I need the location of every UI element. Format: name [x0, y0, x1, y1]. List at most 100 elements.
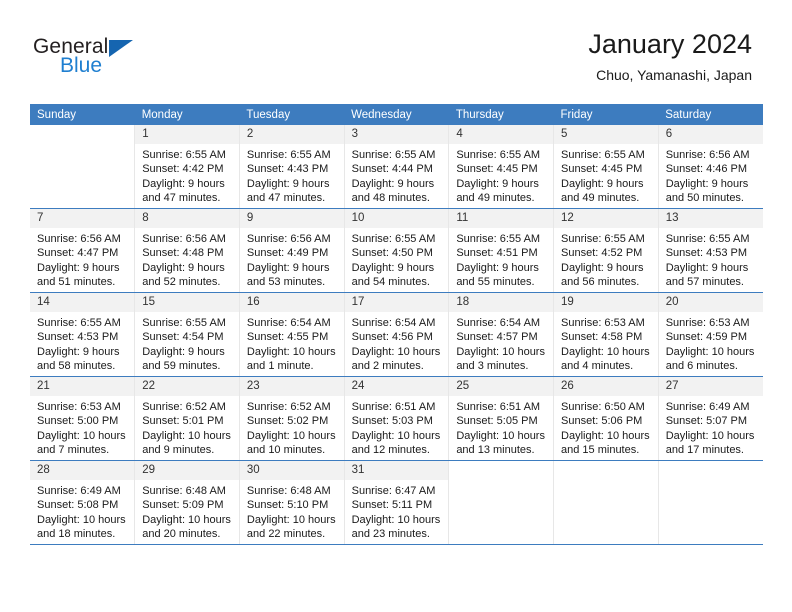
sunset-text: Sunset: 4:42 PM [142, 163, 224, 176]
day-sun-info: Sunrise: 6:55 AM Sunset: 4:54 PM Daylight:… [135, 312, 239, 374]
weekday-header-saturday: Saturday [658, 104, 763, 125]
sunset-text: Sunset: 5:06 PM [561, 415, 643, 428]
calendar-day-cell[interactable]: 13 Sunrise: 6:55 AM Sunset: 4:53 PM Dayligh… [658, 208, 763, 293]
day-sun-info: Sunrise: 6:56 AM Sunset: 4:49 PM Daylight:… [240, 228, 344, 290]
calendar-table: Sunday Monday Tuesday Wednesday Thursday… [30, 104, 763, 545]
daylight-text: Daylight: 10 hours and 17 minutes. [665, 429, 755, 457]
calendar-day-cell[interactable]: 8 Sunrise: 6:56 AM Sunset: 4:48 PM Daylight… [134, 208, 240, 293]
calendar-day-cell[interactable]: 30 Sunrise: 6:48 AM Sunset: 5:10 PM Dayligh… [239, 460, 345, 545]
day-number: 4 [449, 125, 554, 144]
sunset-text: Sunset: 4:53 PM [665, 247, 748, 260]
calendar-day-cell[interactable]: 24 Sunrise: 6:51 AM Sunset: 5:03 PM Dayligh… [344, 376, 450, 461]
sunrise-text: Sunrise: 6:54 AM [351, 317, 436, 329]
daylight-text: Daylight: 9 hours and 52 minutes. [142, 261, 225, 289]
daylight-text: Daylight: 10 hours and 9 minutes. [142, 429, 231, 457]
calendar-day-cell[interactable]: 31 Sunrise: 6:47 AM Sunset: 5:11 PM Dayligh… [344, 460, 450, 545]
sunset-text: Sunset: 4:55 PM [246, 331, 329, 344]
day-number: 15 [135, 293, 239, 312]
sunset-text: Sunset: 5:01 PM [142, 415, 224, 428]
calendar-day-cell[interactable]: 25 Sunrise: 6:51 AM Sunset: 5:05 PM Dayligh… [448, 376, 555, 461]
sunrise-text: Sunrise: 6:51 AM [456, 401, 541, 413]
calendar-day-cell[interactable]: 5 Sunrise: 6:55 AM Sunset: 4:45 PM Daylight… [553, 125, 659, 209]
day-number [554, 461, 658, 480]
day-sun-info: Sunrise: 6:48 AM Sunset: 5:10 PM Daylight:… [240, 480, 344, 542]
calendar-day-cell[interactable]: 6 Sunrise: 6:56 AM Sunset: 4:46 PM Daylight… [658, 125, 763, 209]
day-number: 12 [554, 209, 658, 228]
sunset-text: Sunset: 5:08 PM [37, 499, 119, 512]
calendar-week-row: 21 Sunrise: 6:53 AM Sunset: 5:00 PM Dayligh… [30, 376, 763, 461]
day-number: 30 [239, 461, 344, 480]
calendar-day-cell[interactable]: 22 Sunrise: 6:52 AM Sunset: 5:01 PM Dayligh… [134, 376, 240, 461]
day-number: 21 [30, 377, 135, 396]
calendar-day-cell[interactable]: 29 Sunrise: 6:48 AM Sunset: 5:09 PM Dayligh… [134, 460, 240, 545]
calendar-day-cell[interactable]: 4 Sunrise: 6:55 AM Sunset: 4:45 PM Daylight… [448, 125, 555, 209]
logo-triangle-icon [109, 40, 133, 57]
calendar-day-cell[interactable]: 23 Sunrise: 6:52 AM Sunset: 5:02 PM Dayligh… [239, 376, 345, 461]
sunset-text: Sunset: 4:47 PM [37, 247, 119, 260]
calendar-day-cell[interactable]: 15 Sunrise: 6:55 AM Sunset: 4:54 PM Dayligh… [134, 292, 240, 377]
calendar-day-cell[interactable]: 20 Sunrise: 6:53 AM Sunset: 4:59 PM Dayligh… [658, 292, 763, 377]
weekday-header-friday: Friday [553, 104, 659, 125]
day-sun-info: Sunrise: 6:55 AM Sunset: 4:42 PM Daylight:… [135, 144, 239, 206]
sunrise-text: Sunrise: 6:51 AM [351, 401, 436, 413]
calendar-day-cell[interactable]: 10 Sunrise: 6:55 AM Sunset: 4:50 PM Dayligh… [344, 208, 450, 293]
daylight-text: Daylight: 9 hours and 57 minutes. [665, 261, 749, 289]
daylight-text: Daylight: 9 hours and 47 minutes. [246, 177, 330, 205]
sunrise-text: Sunrise: 6:49 AM [37, 485, 121, 497]
calendar-day-cell[interactable]: 7 Sunrise: 6:56 AM Sunset: 4:47 PM Daylight… [30, 208, 136, 293]
day-sun-info: Sunrise: 6:56 AM Sunset: 4:46 PM Daylight:… [659, 144, 763, 206]
weekday-header-thursday: Thursday [448, 104, 554, 125]
sunset-text: Sunset: 4:45 PM [561, 163, 643, 176]
calendar-body: 1 Sunrise: 6:55 AM Sunset: 4:42 PM Daylight… [30, 125, 763, 545]
sunrise-text: Sunrise: 6:54 AM [456, 317, 541, 329]
calendar-day-cell[interactable]: 11 Sunrise: 6:55 AM Sunset: 4:51 PM Dayligh… [448, 208, 555, 293]
sunset-text: Sunset: 5:10 PM [246, 499, 329, 512]
sunset-text: Sunset: 4:49 PM [246, 247, 329, 260]
calendar-day-cell[interactable]: 14 Sunrise: 6:55 AM Sunset: 4:53 PM Dayligh… [30, 292, 136, 377]
calendar-day-cell[interactable]: 21 Sunrise: 6:53 AM Sunset: 5:00 PM Dayligh… [30, 376, 136, 461]
calendar-day-cell[interactable]: 12 Sunrise: 6:55 AM Sunset: 4:52 PM Dayligh… [553, 208, 659, 293]
day-sun-info: Sunrise: 6:55 AM Sunset: 4:52 PM Daylight:… [554, 228, 658, 290]
day-sun-info: Sunrise: 6:51 AM Sunset: 5:03 PM Daylight:… [345, 396, 449, 458]
calendar-day-cell[interactable]: 19 Sunrise: 6:53 AM Sunset: 4:58 PM Dayligh… [553, 292, 659, 377]
day-number: 22 [135, 377, 239, 396]
sunrise-text: Sunrise: 6:53 AM [37, 401, 121, 413]
sunset-text: Sunset: 5:09 PM [142, 499, 224, 512]
sunrise-text: Sunrise: 6:55 AM [561, 233, 645, 245]
calendar-day-cell[interactable]: 3 Sunrise: 6:55 AM Sunset: 4:44 PM Daylight… [344, 125, 450, 209]
day-number: 28 [30, 461, 135, 480]
day-sun-info: Sunrise: 6:47 AM Sunset: 5:11 PM Daylight:… [345, 480, 449, 542]
calendar-week-row: 28 Sunrise: 6:49 AM Sunset: 5:08 PM Dayligh… [30, 460, 763, 545]
day-sun-info: Sunrise: 6:53 AM Sunset: 4:59 PM Daylight:… [659, 312, 763, 374]
day-number: 8 [135, 209, 239, 228]
calendar-day-cell[interactable]: 28 Sunrise: 6:49 AM Sunset: 5:08 PM Dayligh… [30, 460, 136, 545]
weekday-header-sunday: Sunday [30, 104, 135, 125]
sunset-text: Sunset: 4:50 PM [351, 247, 433, 260]
calendar-day-cell[interactable]: 9 Sunrise: 6:56 AM Sunset: 4:49 PM Daylight… [239, 208, 345, 293]
sunrise-text: Sunrise: 6:54 AM [246, 317, 331, 329]
calendar-day-cell[interactable]: 2 Sunrise: 6:55 AM Sunset: 4:43 PM Daylight… [239, 125, 345, 209]
calendar-day-cell[interactable]: 17 Sunrise: 6:54 AM Sunset: 4:56 PM Dayligh… [344, 292, 450, 377]
day-sun-info: Sunrise: 6:53 AM Sunset: 5:00 PM Daylight:… [30, 396, 134, 458]
daylight-text: Daylight: 10 hours and 12 minutes. [351, 429, 441, 457]
sunset-text: Sunset: 4:54 PM [142, 331, 224, 344]
page-subtitle: Chuo, Yamanashi, Japan [596, 67, 752, 83]
sunset-text: Sunset: 4:53 PM [37, 331, 119, 344]
calendar-day-cell[interactable]: 26 Sunrise: 6:50 AM Sunset: 5:06 PM Dayligh… [553, 376, 659, 461]
calendar-day-cell[interactable]: 16 Sunrise: 6:54 AM Sunset: 4:55 PM Dayligh… [239, 292, 345, 377]
logo-text-blue: Blue [60, 54, 103, 77]
sunrise-text: Sunrise: 6:56 AM [142, 233, 226, 245]
daylight-text: Daylight: 10 hours and 3 minutes. [456, 345, 545, 373]
day-sun-info: Sunrise: 6:50 AM Sunset: 5:06 PM Daylight:… [554, 396, 658, 458]
weekday-header-tuesday: Tuesday [239, 104, 345, 125]
daylight-text: Daylight: 10 hours and 23 minutes. [351, 513, 441, 541]
weekday-header-monday: Monday [134, 104, 240, 125]
calendar-day-cell[interactable]: 18 Sunrise: 6:54 AM Sunset: 4:57 PM Dayligh… [448, 292, 555, 377]
daylight-text: Daylight: 10 hours and 22 minutes. [246, 513, 336, 541]
calendar-day-cell[interactable]: 1 Sunrise: 6:55 AM Sunset: 4:42 PM Daylight… [134, 125, 240, 209]
calendar-day-cell[interactable]: 27 Sunrise: 6:49 AM Sunset: 5:07 PM Dayligh… [658, 376, 763, 461]
sunrise-text: Sunrise: 6:49 AM [665, 401, 750, 413]
day-sun-info: Sunrise: 6:54 AM Sunset: 4:55 PM Daylight:… [240, 312, 344, 374]
sunset-text: Sunset: 5:00 PM [37, 415, 119, 428]
sunrise-text: Sunrise: 6:55 AM [665, 233, 750, 245]
